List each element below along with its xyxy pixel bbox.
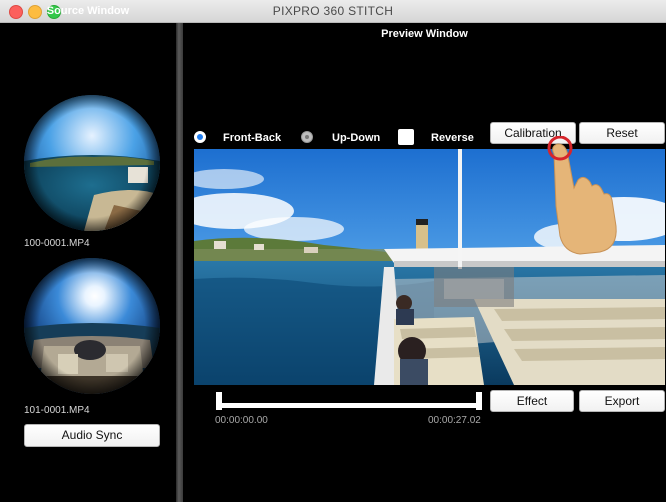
up-down-label: Up-Down <box>332 132 381 144</box>
front-back-label: Front-Back <box>223 132 282 144</box>
source-file-name-1: 100-0001.MP4 <box>24 238 90 249</box>
pointing-hand-icon <box>547 136 617 255</box>
timeline-start-time: 00:00:00.00 <box>215 415 268 426</box>
timeline-track[interactable] <box>217 403 481 408</box>
source-window-title: Source Window <box>46 5 130 17</box>
timeline-start-handle[interactable] <box>216 392 222 410</box>
source-file-name-2: 101-0001.MP4 <box>24 405 90 416</box>
audio-sync-button[interactable]: Audio Sync <box>24 424 160 447</box>
panel-divider[interactable] <box>176 23 183 502</box>
preview-window-title: Preview Window <box>381 28 468 40</box>
source-thumbnail-2[interactable] <box>24 258 160 394</box>
front-back-radio[interactable] <box>194 131 206 143</box>
effect-button[interactable]: Effect <box>490 390 574 412</box>
export-button[interactable]: Export <box>579 390 665 412</box>
up-down-radio[interactable] <box>301 131 313 143</box>
timeline-end-time: 00:00:27.02 <box>428 415 481 426</box>
reverse-label: Reverse <box>431 132 474 144</box>
source-thumbnail-1[interactable] <box>24 95 160 231</box>
timeline-end-handle[interactable] <box>476 392 482 410</box>
reverse-checkbox[interactable] <box>398 129 414 145</box>
